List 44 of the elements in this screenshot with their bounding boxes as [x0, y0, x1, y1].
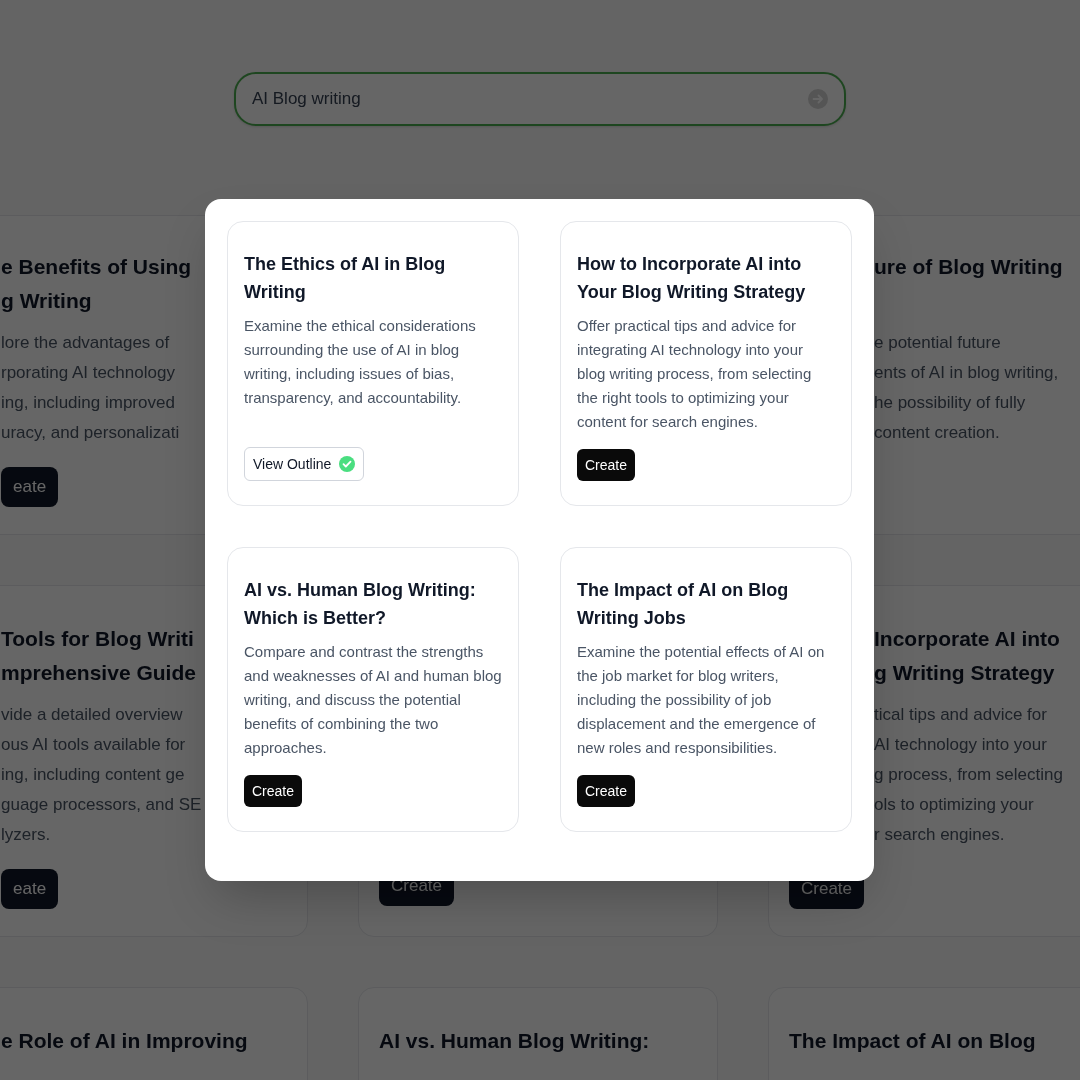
card-title: g Writing [1, 288, 92, 314]
search-field[interactable]: AI Blog writing [234, 72, 846, 126]
card-title: The Impact of AI on Blog Writing Jobs [577, 579, 790, 630]
card-description: Examine the potential effects of AI on the job market for blog writers, including the possibility of job displacement and the emergence of new roles and responsibilities. [577, 642, 826, 758]
card-description: e potential future [874, 332, 1001, 354]
card-description: tical tips and advice for [874, 704, 1047, 726]
create-button[interactable]: eate [1, 869, 59, 909]
card-title: e Role of AI in Improving [1, 1028, 248, 1054]
card-description: content creation. [874, 422, 1000, 444]
card-title: The Impact of AI on Blog [789, 1028, 1036, 1054]
card-title: ure of Blog Writing [874, 254, 1063, 280]
card-title: AI vs. Human Blog Writing: Which is Better? [244, 579, 477, 630]
card-description: uracy, and personalizati [1, 422, 180, 444]
card-title: How to Incorporate AI into Your Blog Writing Strategy [577, 253, 807, 304]
card-description: Compare and contrast the strengths and weaknesses of AI and human blog writing, and discuss the potential benefits of combining the two approaches. [244, 642, 502, 758]
card-description: he possibility of fully [874, 392, 1026, 414]
card-title: e Benefits of Using [1, 254, 192, 280]
card-description: ing, including content ge [1, 764, 185, 786]
create-button[interactable]: Create [577, 775, 636, 807]
card-description: ols to optimizing your [874, 794, 1034, 816]
card-description: Examine the ethical considerations surrounding the use of AI in blog writing, including issues of bias, transparency, and accountability. [244, 316, 477, 408]
card-description: ing, including improved [1, 392, 175, 414]
card-title: The Ethics of AI in Blog Writing [244, 253, 447, 304]
card-title: g Writing Strategy [874, 660, 1055, 686]
card-title: Tools for Blog Writi [1, 626, 194, 652]
card-description: vide a detailed overview [1, 704, 183, 726]
card-description: lore the advantages of [1, 332, 170, 354]
card-description: Offer practical tips and advice for integrating AI technology into your blog writing process, from selecting the right tools to optimizing your content for search engines. [577, 316, 813, 432]
card-description: AI technology into your [874, 734, 1047, 756]
create-button[interactable]: Create [577, 449, 636, 481]
card-title: AI vs. Human Blog Writing: [379, 1028, 650, 1054]
card-description: ents of AI in blog writing, [874, 362, 1059, 384]
card-description: r search engines. [874, 824, 1005, 846]
create-button[interactable]: eate [1, 467, 59, 507]
search-input[interactable]: AI Blog writing [252, 86, 808, 112]
card-title: Incorporate AI into [874, 626, 1060, 652]
card-title: mprehensive Guide [1, 660, 196, 686]
card-description: g process, from selecting [874, 764, 1063, 786]
create-button[interactable]: Create [244, 775, 303, 807]
view-outline-button[interactable]: View Outline [244, 447, 365, 481]
card-description: lyzers. [1, 824, 51, 846]
card-description: guage processors, and SE [1, 794, 202, 816]
card-description: rporating AI technology [1, 362, 175, 384]
card-description: ous AI tools available for [1, 734, 186, 756]
